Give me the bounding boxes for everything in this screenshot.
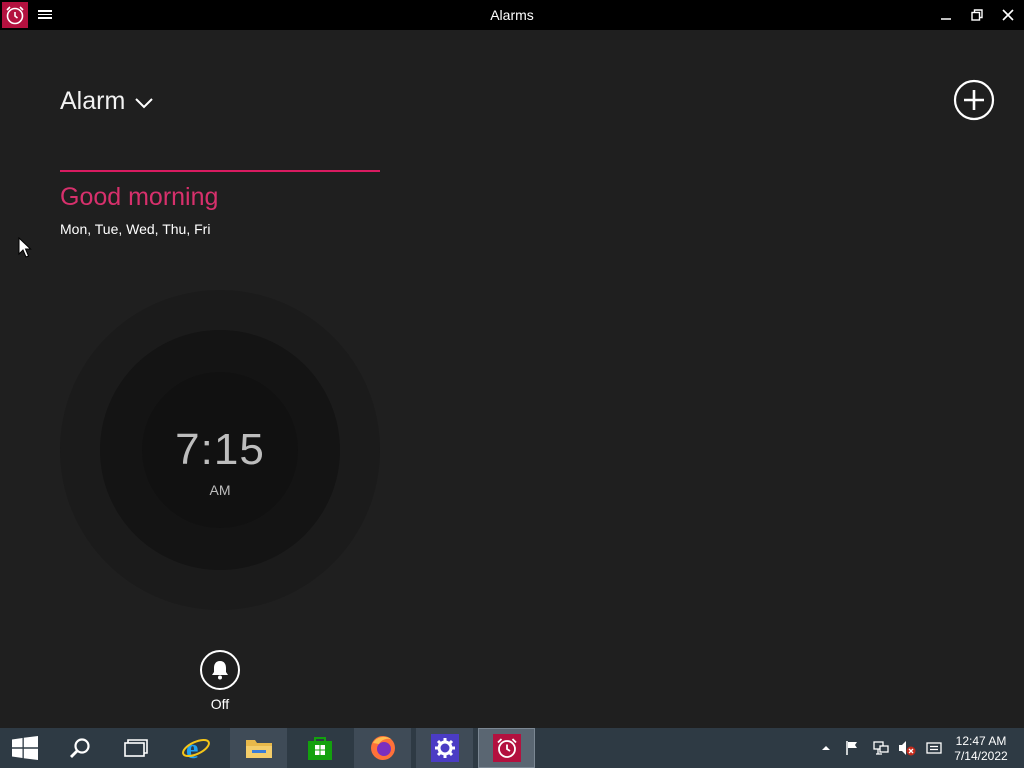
alarm-repeat-days: Mon, Tue, Wed, Thu, Fri — [60, 221, 211, 237]
start-button[interactable] — [0, 728, 50, 768]
store-icon — [308, 737, 332, 760]
alarms-taskbar-button[interactable] — [478, 728, 535, 768]
taskbar-date: 7/14/2022 — [954, 749, 1008, 763]
file-explorer-button[interactable] — [230, 728, 287, 768]
restore-button[interactable] — [961, 0, 993, 30]
chevron-up-icon[interactable] — [818, 740, 834, 756]
store-button[interactable] — [292, 728, 348, 768]
network-icon[interactable] — [873, 740, 889, 756]
folder-icon — [245, 740, 272, 758]
minimize-button[interactable] — [930, 0, 962, 30]
task-view-button[interactable] — [108, 728, 164, 768]
close-button[interactable] — [992, 0, 1024, 30]
alarm-clock-icon — [492, 734, 521, 762]
task-view-icon — [124, 739, 148, 757]
settings-button[interactable] — [416, 728, 473, 768]
internet-explorer-icon: e — [182, 734, 210, 763]
alarm-clock-dial: 7:15 AM — [60, 290, 380, 610]
volume-muted-icon[interactable] — [898, 740, 916, 756]
search-icon — [70, 738, 90, 758]
alarm-toggle-button[interactable]: Off — [198, 648, 242, 714]
alarm-accent-line — [60, 170, 380, 172]
svg-text:e: e — [186, 734, 198, 763]
bell-icon — [200, 650, 240, 690]
taskbar: e 12:47 AM 7/14/2022 — [0, 728, 1024, 768]
flag-icon[interactable] — [844, 740, 860, 756]
view-selector-label: Alarm — [60, 86, 126, 115]
alarm-tile[interactable]: Good morning Mon, Tue, Wed, Thu, Fri 7:1… — [60, 170, 380, 620]
taskbar-clock[interactable]: 12:47 AM 7/14/2022 — [948, 734, 1014, 764]
notification-icon[interactable] — [926, 740, 942, 756]
title-bar: Alarms — [0, 0, 1024, 30]
alarm-toggle-label: Off — [210, 696, 230, 712]
restore-icon — [971, 9, 983, 21]
internet-explorer-button[interactable]: e — [168, 728, 224, 768]
view-selector-dropdown[interactable]: Alarm — [60, 84, 154, 118]
alarm-time: 7:15 — [175, 425, 265, 474]
alarms-window: Alarms Alarm Good morning Mon, Tue, Wed,… — [0, 0, 1024, 728]
firefox-button[interactable] — [354, 728, 411, 768]
minimize-icon — [941, 18, 951, 20]
alarm-name: Good morning — [60, 183, 219, 211]
hamburger-menu-icon[interactable] — [38, 8, 52, 22]
search-button[interactable] — [52, 728, 108, 768]
window-title: Alarms — [490, 7, 534, 23]
firefox-icon — [370, 736, 395, 760]
windows-logo-icon — [12, 736, 38, 760]
chevron-down-icon — [135, 98, 154, 109]
taskbar-time: 12:47 AM — [955, 734, 1007, 748]
alarm-app-icon — [2, 2, 28, 28]
gear-icon — [430, 734, 459, 762]
close-icon — [1002, 9, 1014, 21]
plus-circle-icon — [953, 79, 995, 121]
mouse-pointer-icon — [18, 237, 32, 258]
add-alarm-button[interactable] — [953, 79, 995, 121]
alarm-ampm: AM — [209, 482, 231, 498]
